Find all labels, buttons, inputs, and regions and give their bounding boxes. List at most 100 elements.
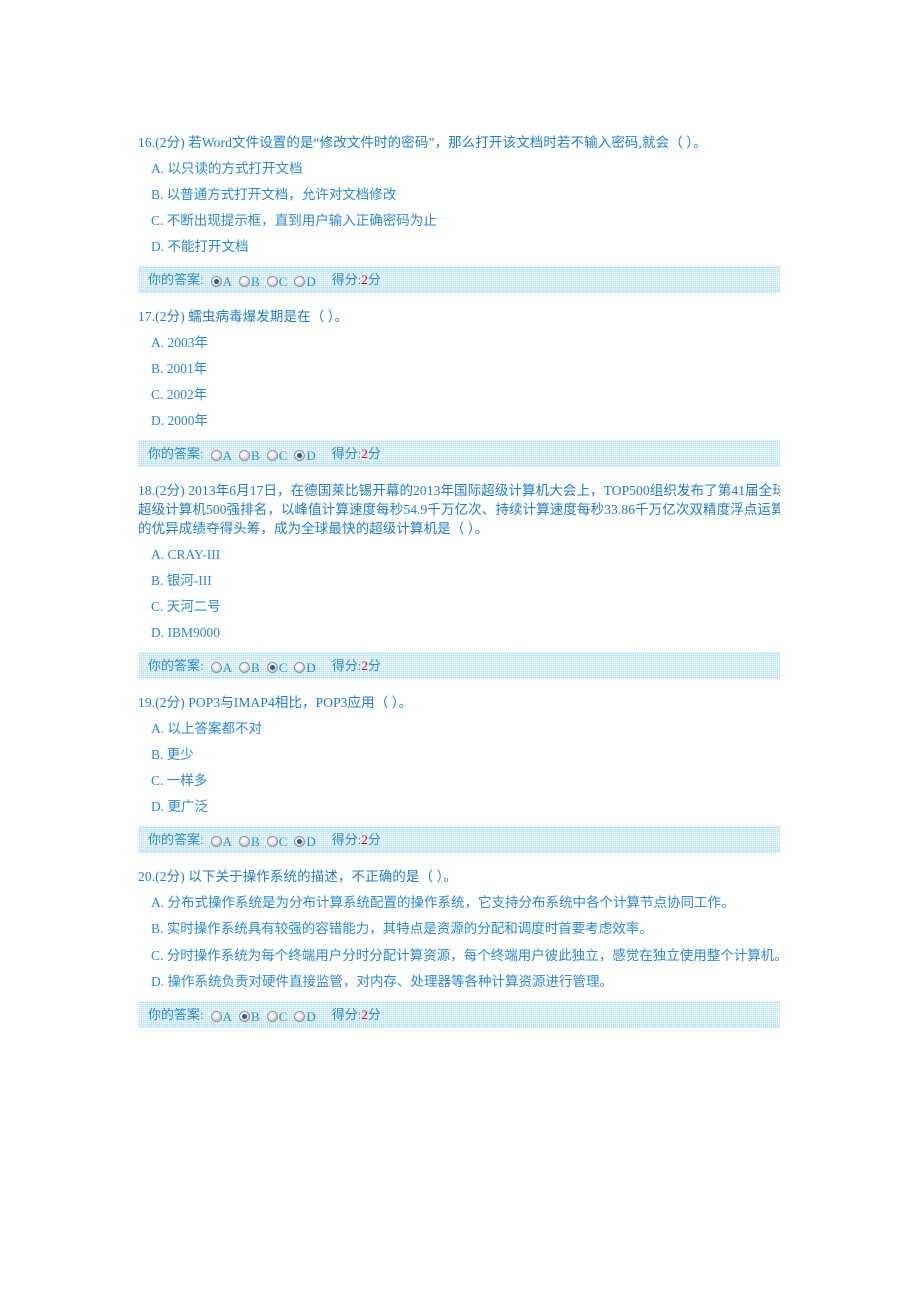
radio-b-icon[interactable] <box>239 1010 251 1022</box>
radio-c-icon[interactable] <box>266 661 278 673</box>
radio-a-icon[interactable] <box>210 275 222 287</box>
answer-choice-d[interactable]: D <box>294 1003 316 1030</box>
option-item[interactable]: D. 2000年 <box>138 408 780 434</box>
option-item[interactable]: D. 操作系统负责对硬件直接监管，对内存、处理器等各种计算资源进行管理。 <box>138 969 780 995</box>
answer-choice-b[interactable]: B <box>239 442 260 469</box>
radio-a-icon[interactable] <box>210 449 222 461</box>
option-letter: D. <box>151 799 165 814</box>
option-item[interactable]: A. 分布式操作系统是为分布计算系统配置的操作系统，它支持分布系统中各个计算节点… <box>138 890 780 916</box>
answer-choice-c[interactable]: C <box>266 654 287 681</box>
option-list: A. 2003年 B. 2001年 C. 2002年 D. 2000年 <box>138 330 780 434</box>
option-item[interactable]: B. 2001年 <box>138 356 780 382</box>
option-item[interactable]: B. 更少 <box>138 742 780 768</box>
choice-letter: C <box>278 1008 288 1024</box>
option-item[interactable]: D. IBM9000 <box>138 620 780 646</box>
question-stem: 20.(2分) 以下关于操作系统的描述，不正确的是（ ）。 <box>138 869 458 884</box>
score-suffix: 分 <box>367 832 381 847</box>
option-list: A. 分布式操作系统是为分布计算系统配置的操作系统，它支持分布系统中各个计算节点… <box>138 890 788 995</box>
choice-letter: D <box>306 1008 316 1024</box>
radio-c-icon[interactable] <box>266 275 278 287</box>
option-item[interactable]: A. 以只读的方式打开文档 <box>138 156 780 182</box>
option-letter: A. <box>151 547 165 562</box>
option-text: 操作系统负责对硬件直接监管，对内存、处理器等各种计算资源进行管理。 <box>167 974 614 989</box>
question-block: 19.(2分) POP3与IMAP4相比，POP3应用（ ）。 A. 以上答案都不… <box>138 693 780 853</box>
radio-c-icon[interactable] <box>266 449 278 461</box>
answer-choice-b[interactable]: B <box>239 1003 260 1030</box>
choice-letter: B <box>251 1008 260 1024</box>
option-text: 2000年 <box>167 413 209 428</box>
option-text: 不断出现提示框，直到用户输入正确密码为止 <box>166 213 437 228</box>
exam-page: 16.(2分) 若Word文件设置的是“修改文件时的密码”，那么打开该文档时若不… <box>0 0 920 1302</box>
option-text: 以上答案都不对 <box>167 721 263 736</box>
answer-bar: 你的答案: A B C D 得分:2分 <box>138 652 780 679</box>
score-label: 得分: <box>331 272 362 287</box>
option-letter: C. <box>151 599 164 614</box>
radio-d-icon[interactable] <box>294 449 306 461</box>
radio-c-icon[interactable] <box>266 835 278 847</box>
question-stem-wrap: 17.(2分) 蠕虫病毒爆发期是在（ ）。 <box>138 307 780 326</box>
option-item[interactable]: C. 一样多 <box>138 768 780 794</box>
score-display: 得分:2分 <box>332 266 381 293</box>
option-item[interactable]: C. 不断出现提示框，直到用户输入正确密码为止 <box>138 208 780 234</box>
question-block: 17.(2分) 蠕虫病毒爆发期是在（ ）。 A. 2003年 B. 2001年 C. … <box>138 307 780 467</box>
option-item[interactable]: B. 实时操作系统具有较强的容错能力，其特点是资源的分配和调度时首要考虑效率。 <box>138 916 780 942</box>
option-text: 更少 <box>166 747 194 762</box>
answer-choice-d[interactable]: D <box>294 828 316 855</box>
option-letter: B. <box>151 187 164 202</box>
option-item[interactable]: C. 分时操作系统为每个终端用户分时分配计算资源，每个终端用户彼此独立，感觉在独… <box>138 942 811 969</box>
radio-c-icon[interactable] <box>266 1010 278 1022</box>
radio-b-icon[interactable] <box>239 275 251 287</box>
option-item[interactable]: C. 天河二号 <box>138 594 780 620</box>
option-letter: A. <box>151 721 165 736</box>
answer-choice-a[interactable]: A <box>210 654 233 681</box>
option-item[interactable]: A. 2003年 <box>138 330 780 356</box>
answer-bar: 你的答案: A B C D 得分:2分 <box>138 266 780 293</box>
radio-a-icon[interactable] <box>210 661 222 673</box>
option-item[interactable]: D. 更广泛 <box>138 794 780 820</box>
answer-bar: 你的答案: A B C D 得分:2分 <box>138 1001 780 1028</box>
choice-letter: D <box>306 659 316 675</box>
option-item[interactable]: A. 以上答案都不对 <box>138 716 780 742</box>
option-item[interactable]: D. 不能打开文档 <box>138 234 780 260</box>
option-text: 实时操作系统具有较强的容错能力，其特点是资源的分配和调度时首要考虑效率。 <box>166 921 653 936</box>
answer-choice-d[interactable]: D <box>294 654 316 681</box>
radio-b-icon[interactable] <box>239 835 251 847</box>
choice-letter: A <box>222 659 233 675</box>
your-answer-label: 你的答案: <box>148 272 204 287</box>
answer-choice-a[interactable]: A <box>210 442 232 469</box>
radio-d-icon[interactable] <box>294 835 306 847</box>
radio-b-icon[interactable] <box>239 661 251 673</box>
option-text: 不能打开文档 <box>167 239 249 254</box>
radio-a-icon[interactable] <box>210 1010 222 1022</box>
question-stem-wrap: 18.(2分) 2013年6月17日，在德国莱比锡开幕的2013年国际超级计算机… <box>138 481 780 538</box>
answer-choice-a[interactable]: A <box>210 268 232 295</box>
option-text: 2003年 <box>167 335 209 350</box>
answer-choice-c[interactable]: C <box>266 1003 288 1030</box>
option-letter: D. <box>151 239 165 254</box>
option-item[interactable]: B. 以普通方式打开文档，允许对文档修改 <box>138 182 780 208</box>
answer-choice-b[interactable]: B <box>239 828 260 855</box>
answer-choice-c[interactable]: C <box>266 442 288 469</box>
answer-choice-d[interactable]: D <box>294 442 316 469</box>
answer-choice-c[interactable]: C <box>266 828 287 855</box>
answer-choice-b[interactable]: B <box>239 654 260 681</box>
option-item[interactable]: A. CRAY-III <box>138 542 780 568</box>
radio-a-icon[interactable] <box>210 835 222 847</box>
score-display: 得分:2分 <box>332 440 381 467</box>
score-display: 得分:2分 <box>332 1001 381 1028</box>
radio-b-icon[interactable] <box>239 449 251 461</box>
answer-choice-d[interactable]: D <box>294 268 316 295</box>
choice-letter: C <box>278 447 288 463</box>
option-letter: A. <box>151 335 165 350</box>
radio-d-icon[interactable] <box>294 275 306 287</box>
radio-d-icon[interactable] <box>294 661 306 673</box>
score-display: 得分:2分 <box>332 826 381 853</box>
option-letter: C. <box>151 387 164 402</box>
answer-choice-a[interactable]: A <box>210 1003 232 1030</box>
option-item[interactable]: C. 2002年 <box>138 382 780 408</box>
answer-choice-c[interactable]: C <box>266 268 287 295</box>
answer-choice-b[interactable]: B <box>239 268 260 295</box>
radio-d-icon[interactable] <box>294 1010 306 1022</box>
answer-choice-a[interactable]: A <box>210 828 232 855</box>
option-item[interactable]: B. 银河-III <box>138 568 780 594</box>
